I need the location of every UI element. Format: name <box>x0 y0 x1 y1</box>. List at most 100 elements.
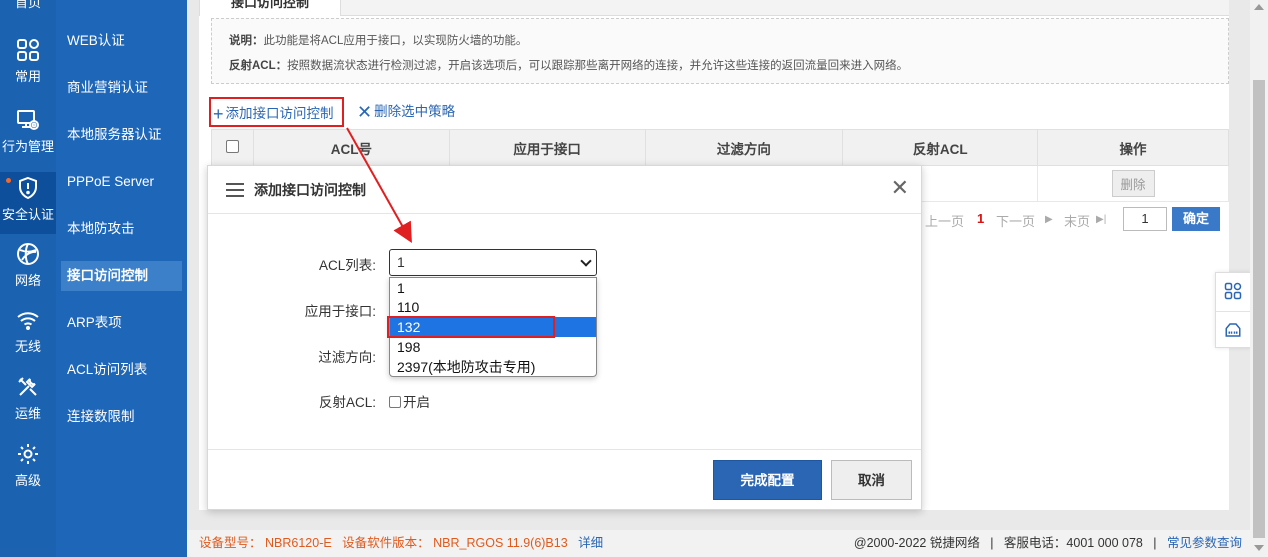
acl-list-label: ACL列表: <box>318 258 376 273</box>
col-reflect-acl[interactable]: 反射ACL <box>842 129 1039 166</box>
close-icon[interactable]: ✕ <box>891 176 909 200</box>
delete-label: 删除选中策略 <box>374 104 456 119</box>
acl-option[interactable]: 110 <box>390 297 596 317</box>
reflect-acl-label: 反射ACL: <box>318 395 376 410</box>
select-all-cell <box>211 129 254 166</box>
nav-security-label: 安全认证 <box>1 207 54 222</box>
next-arrow-icon: ▶ <box>1045 214 1053 225</box>
page-scrollbar[interactable] <box>1250 0 1268 557</box>
nav-home[interactable]: 首页 <box>0 0 56 18</box>
reflect-acl-option[interactable]: 开启 <box>389 391 430 411</box>
nav-security[interactable]: 安全认证 <box>0 172 56 234</box>
current-page: 1 <box>977 211 985 226</box>
cancel-button[interactable]: 取消 <box>831 460 912 500</box>
monitor-gear-icon <box>17 110 39 130</box>
nav-maintenance[interactable]: 运维 <box>0 375 56 441</box>
pagination: 上一页 1 下一页 ▶ 末页 ▶| 1 确定 <box>925 207 1231 235</box>
acl-list-select[interactable]: 1 <box>389 249 597 276</box>
acl-option[interactable]: 198 <box>390 337 596 357</box>
acl-option[interactable]: 2397(本地防攻击专用) <box>390 357 596 377</box>
add-interface-acl-button[interactable]: + 添加接口访问控制 <box>209 97 344 127</box>
globe-icon <box>17 243 39 265</box>
gear-icon <box>18 444 38 464</box>
main-nav-rail: 首页 常用 行为管理 安全认证 网络 无线 运维 高级 <box>0 0 56 557</box>
desc-label: 说明： <box>229 35 264 47</box>
tab-interface-acl[interactable]: 接口访问控制 <box>199 0 341 16</box>
chevron-down-icon <box>580 255 592 267</box>
wifi-icon <box>17 312 39 330</box>
plus-icon: + <box>213 104 224 124</box>
dialog-header: 添加接口访问控制 ✕ <box>208 166 921 214</box>
col-actions: 操作 <box>1037 129 1229 166</box>
model-value: NBR6120-E <box>265 536 332 550</box>
scroll-up-arrow[interactable] <box>1254 4 1264 10</box>
scroll-down-arrow[interactable] <box>1254 545 1264 551</box>
submenu-acl-list[interactable]: ACL访问列表 <box>61 355 182 385</box>
col-direction[interactable]: 过滤方向 <box>644 129 844 166</box>
nav-common[interactable]: 常用 <box>0 38 56 104</box>
dialog-title: 添加接口访问控制 <box>254 182 366 198</box>
reflect-desc-label: 反射ACL： <box>229 60 288 72</box>
tab-bar: 接口访问控制 <box>199 0 1229 16</box>
direction-label: 过滤方向: <box>318 350 376 365</box>
finish-config-button[interactable]: 完成配置 <box>713 460 822 500</box>
floating-tools <box>1215 272 1251 348</box>
nav-maintenance-label: 运维 <box>14 406 41 421</box>
go-page-button[interactable]: 确定 <box>1172 207 1220 231</box>
acl-option[interactable]: 1 <box>390 278 596 298</box>
scroll-thumb[interactable] <box>1253 80 1265 538</box>
submenu-interface-acl[interactable]: 接口访问控制 <box>61 261 182 291</box>
grid-icon <box>17 39 39 61</box>
description-box: 说明：此功能是将ACL应用于接口，以实现防火墙的功能。 反射ACL：按照数据流状… <box>211 18 1229 84</box>
nav-behavior-label: 行为管理 <box>1 139 54 154</box>
tools-icon <box>18 377 37 396</box>
nav-network[interactable]: 网络 <box>0 242 56 308</box>
toolbar: + 添加接口访问控制 ✕ 删除选中策略 <box>209 97 709 129</box>
submenu-connection-limit[interactable]: 连接数限制 <box>61 402 182 432</box>
version-label: 设备软件版本： <box>342 536 430 550</box>
nav-wireless[interactable]: 无线 <box>0 308 56 374</box>
submenu-web-auth[interactable]: WEB认证 <box>61 26 182 56</box>
acl-option-selected[interactable]: 132 <box>390 317 596 337</box>
detail-link[interactable]: 详细 <box>578 536 603 550</box>
submenu-local-anti-attack[interactable]: 本地防攻击 <box>61 214 182 244</box>
row-delete-button[interactable]: 删除 <box>1111 170 1155 197</box>
reflect-desc-text: 按照数据流状态进行检测过滤，开启该选项后，可以跟踪那些离开网络的连接，并允许这些… <box>287 60 909 72</box>
nav-wireless-label: 无线 <box>14 339 41 354</box>
device-tool-button[interactable] <box>1216 311 1250 348</box>
submenu-arp-table[interactable]: ARP表项 <box>61 308 182 338</box>
last-arrow-icon: ▶| <box>1096 214 1107 225</box>
security-submenu: WEB认证 商业营销认证 本地服务器认证 PPPoE Server 本地防攻击 … <box>56 0 187 557</box>
apps-tool-button[interactable] <box>1216 273 1250 310</box>
version-value: NBR_RGOS 11.9(6)B13 <box>433 536 568 550</box>
select-all-checkbox[interactable] <box>225 139 239 153</box>
hotline: 客服电话：4001 000 078 <box>1003 536 1143 550</box>
nav-home-label: 首页 <box>14 0 41 10</box>
next-page-link[interactable]: 下一页 <box>996 211 1035 230</box>
nav-advanced-label: 高级 <box>14 473 41 488</box>
x-icon: ✕ <box>357 102 373 122</box>
submenu-local-server-auth[interactable]: 本地服务器认证 <box>61 120 182 150</box>
prev-page-link[interactable]: 上一页 <box>925 211 964 230</box>
delete-selected-button[interactable]: ✕ 删除选中策略 <box>357 97 517 127</box>
submenu-pppoe-server[interactable]: PPPoE Server <box>61 167 182 197</box>
desc-text: 此功能是将ACL应用于接口，以实现防火墙的功能。 <box>263 35 528 47</box>
cell-action: 删除 <box>1037 165 1229 202</box>
col-interface[interactable]: 应用于接口 <box>448 129 646 166</box>
nav-behavior[interactable]: 行为管理 <box>0 108 56 174</box>
nav-network-label: 网络 <box>14 273 41 288</box>
menu-icon <box>226 183 244 197</box>
last-page-link[interactable]: 末页 <box>1064 211 1090 230</box>
reflect-acl-checkbox[interactable] <box>389 396 401 408</box>
submenu-marketing-auth[interactable]: 商业营销认证 <box>61 73 182 103</box>
nav-advanced[interactable]: 高级 <box>0 442 56 508</box>
model-label: 设备型号： <box>199 536 262 550</box>
footer: 设备型号： NBR6120-E 设备软件版本： NBR_RGOS 11.9(6)… <box>187 530 1250 557</box>
col-acl-number[interactable]: ACL号 <box>252 129 450 166</box>
page-number-input[interactable]: 1 <box>1123 207 1167 231</box>
shield-icon <box>19 176 37 200</box>
interface-label: 应用于接口: <box>304 304 376 319</box>
faq-link[interactable]: 常见参数查询 <box>1167 536 1242 550</box>
apps-icon <box>1224 282 1242 300</box>
notification-dot <box>6 178 11 183</box>
